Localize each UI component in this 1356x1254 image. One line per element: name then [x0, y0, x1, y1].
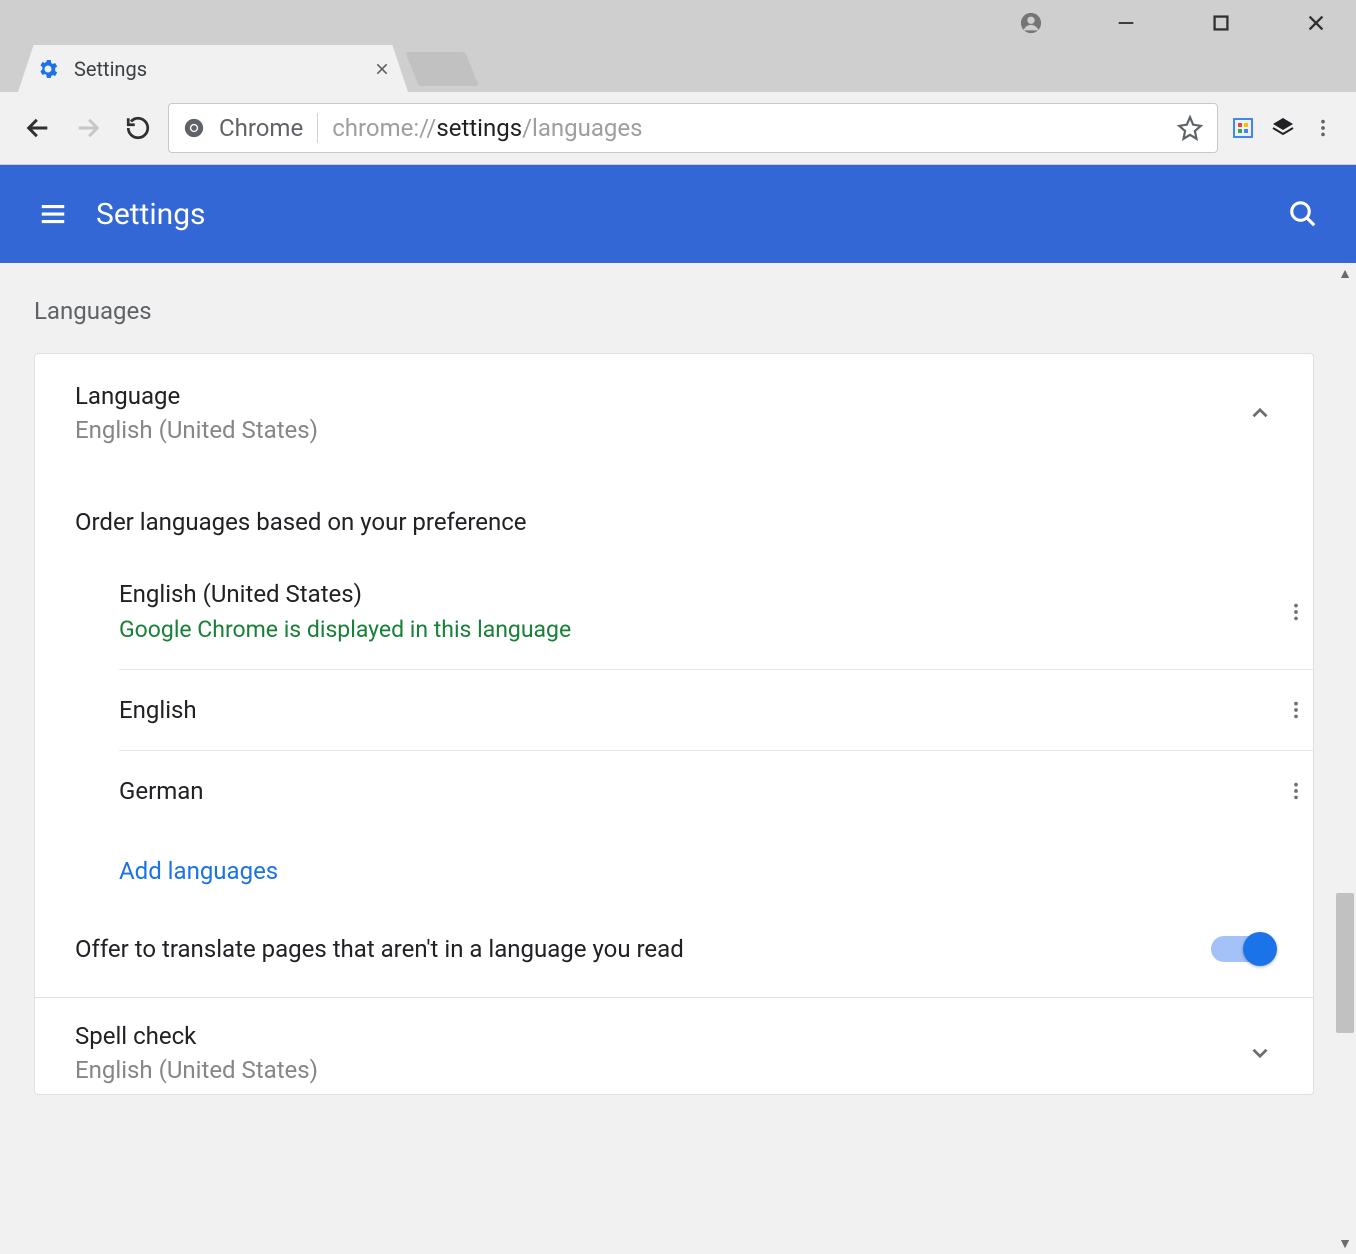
translate-label: Offer to translate pages that aren't in …: [75, 935, 1211, 963]
maximize-button[interactable]: [1201, 3, 1241, 43]
language-expander[interactable]: Language English (United States): [35, 354, 1313, 472]
scroll-up-icon[interactable]: ▲: [1334, 265, 1356, 282]
new-tab-button[interactable]: [405, 52, 479, 86]
language-title: Language: [75, 382, 1247, 410]
settings-title: Settings: [96, 197, 1288, 232]
order-label: Order languages based on your preference: [75, 508, 1273, 536]
language-name: English (United States): [119, 580, 1285, 608]
minimize-button[interactable]: [1106, 3, 1146, 43]
more-options-icon[interactable]: [1285, 601, 1313, 623]
gear-icon: [36, 57, 60, 81]
back-button[interactable]: [18, 108, 58, 148]
add-languages-link[interactable]: Add languages: [119, 831, 1313, 911]
spellcheck-title: Spell check: [75, 1022, 1247, 1050]
origin-label: Chrome: [219, 114, 303, 142]
settings-header: Settings: [0, 165, 1356, 263]
browser-menu-icon[interactable]: [1308, 113, 1338, 143]
language-name: German: [119, 777, 1285, 805]
chevron-up-icon: [1247, 400, 1273, 426]
scrollbar[interactable]: ▲ ▼: [1334, 263, 1356, 1254]
scroll-down-icon[interactable]: ▼: [1334, 1235, 1356, 1252]
omnibox-url: chrome://settings/languages: [332, 114, 642, 142]
address-bar[interactable]: Chrome chrome://settings/languages: [168, 103, 1218, 153]
more-options-icon[interactable]: [1285, 699, 1313, 721]
language-name: English: [119, 696, 1285, 724]
omnibox-divider: [317, 113, 318, 143]
chevron-down-icon: [1247, 1040, 1273, 1066]
browser-toolbar: Chrome chrome://settings/languages: [0, 92, 1356, 165]
language-list: English (United States) Google Chrome is…: [119, 554, 1313, 831]
tab-strip: Settings: [0, 45, 1356, 92]
language-item: German: [119, 751, 1313, 831]
forward-button: [68, 108, 108, 148]
toggle-knob: [1243, 932, 1277, 966]
spellcheck-subtitle: English (United States): [75, 1056, 1247, 1084]
menu-icon[interactable]: [38, 199, 68, 229]
languages-card: Language English (United States) Order l…: [34, 353, 1314, 1095]
extension-icon-2[interactable]: [1268, 113, 1298, 143]
tab-title: Settings: [74, 57, 360, 81]
language-note: Google Chrome is displayed in this langu…: [119, 616, 1285, 643]
more-options-icon[interactable]: [1285, 780, 1313, 802]
language-subtitle: English (United States): [75, 416, 1247, 444]
language-item: English: [119, 670, 1313, 751]
translate-row: Offer to translate pages that aren't in …: [35, 911, 1313, 997]
account-icon[interactable]: [1011, 3, 1051, 43]
language-item: English (United States) Google Chrome is…: [119, 554, 1313, 670]
extension-icon-1[interactable]: [1228, 113, 1258, 143]
bookmark-star-icon[interactable]: [1177, 115, 1203, 141]
window-titlebar: [0, 0, 1356, 45]
translate-toggle[interactable]: [1211, 936, 1273, 962]
reload-button[interactable]: [118, 108, 158, 148]
close-window-button[interactable]: [1296, 3, 1336, 43]
scroll-thumb[interactable]: [1336, 893, 1354, 1033]
search-icon[interactable]: [1288, 199, 1318, 229]
content-viewport: Languages Language English (United State…: [0, 263, 1356, 1254]
tab-close-icon[interactable]: [374, 61, 390, 77]
site-identity-icon: [183, 117, 205, 139]
browser-tab[interactable]: Settings: [18, 45, 408, 92]
section-heading: Languages: [34, 297, 1334, 325]
spellcheck-expander[interactable]: Spell check English (United States): [35, 998, 1313, 1094]
